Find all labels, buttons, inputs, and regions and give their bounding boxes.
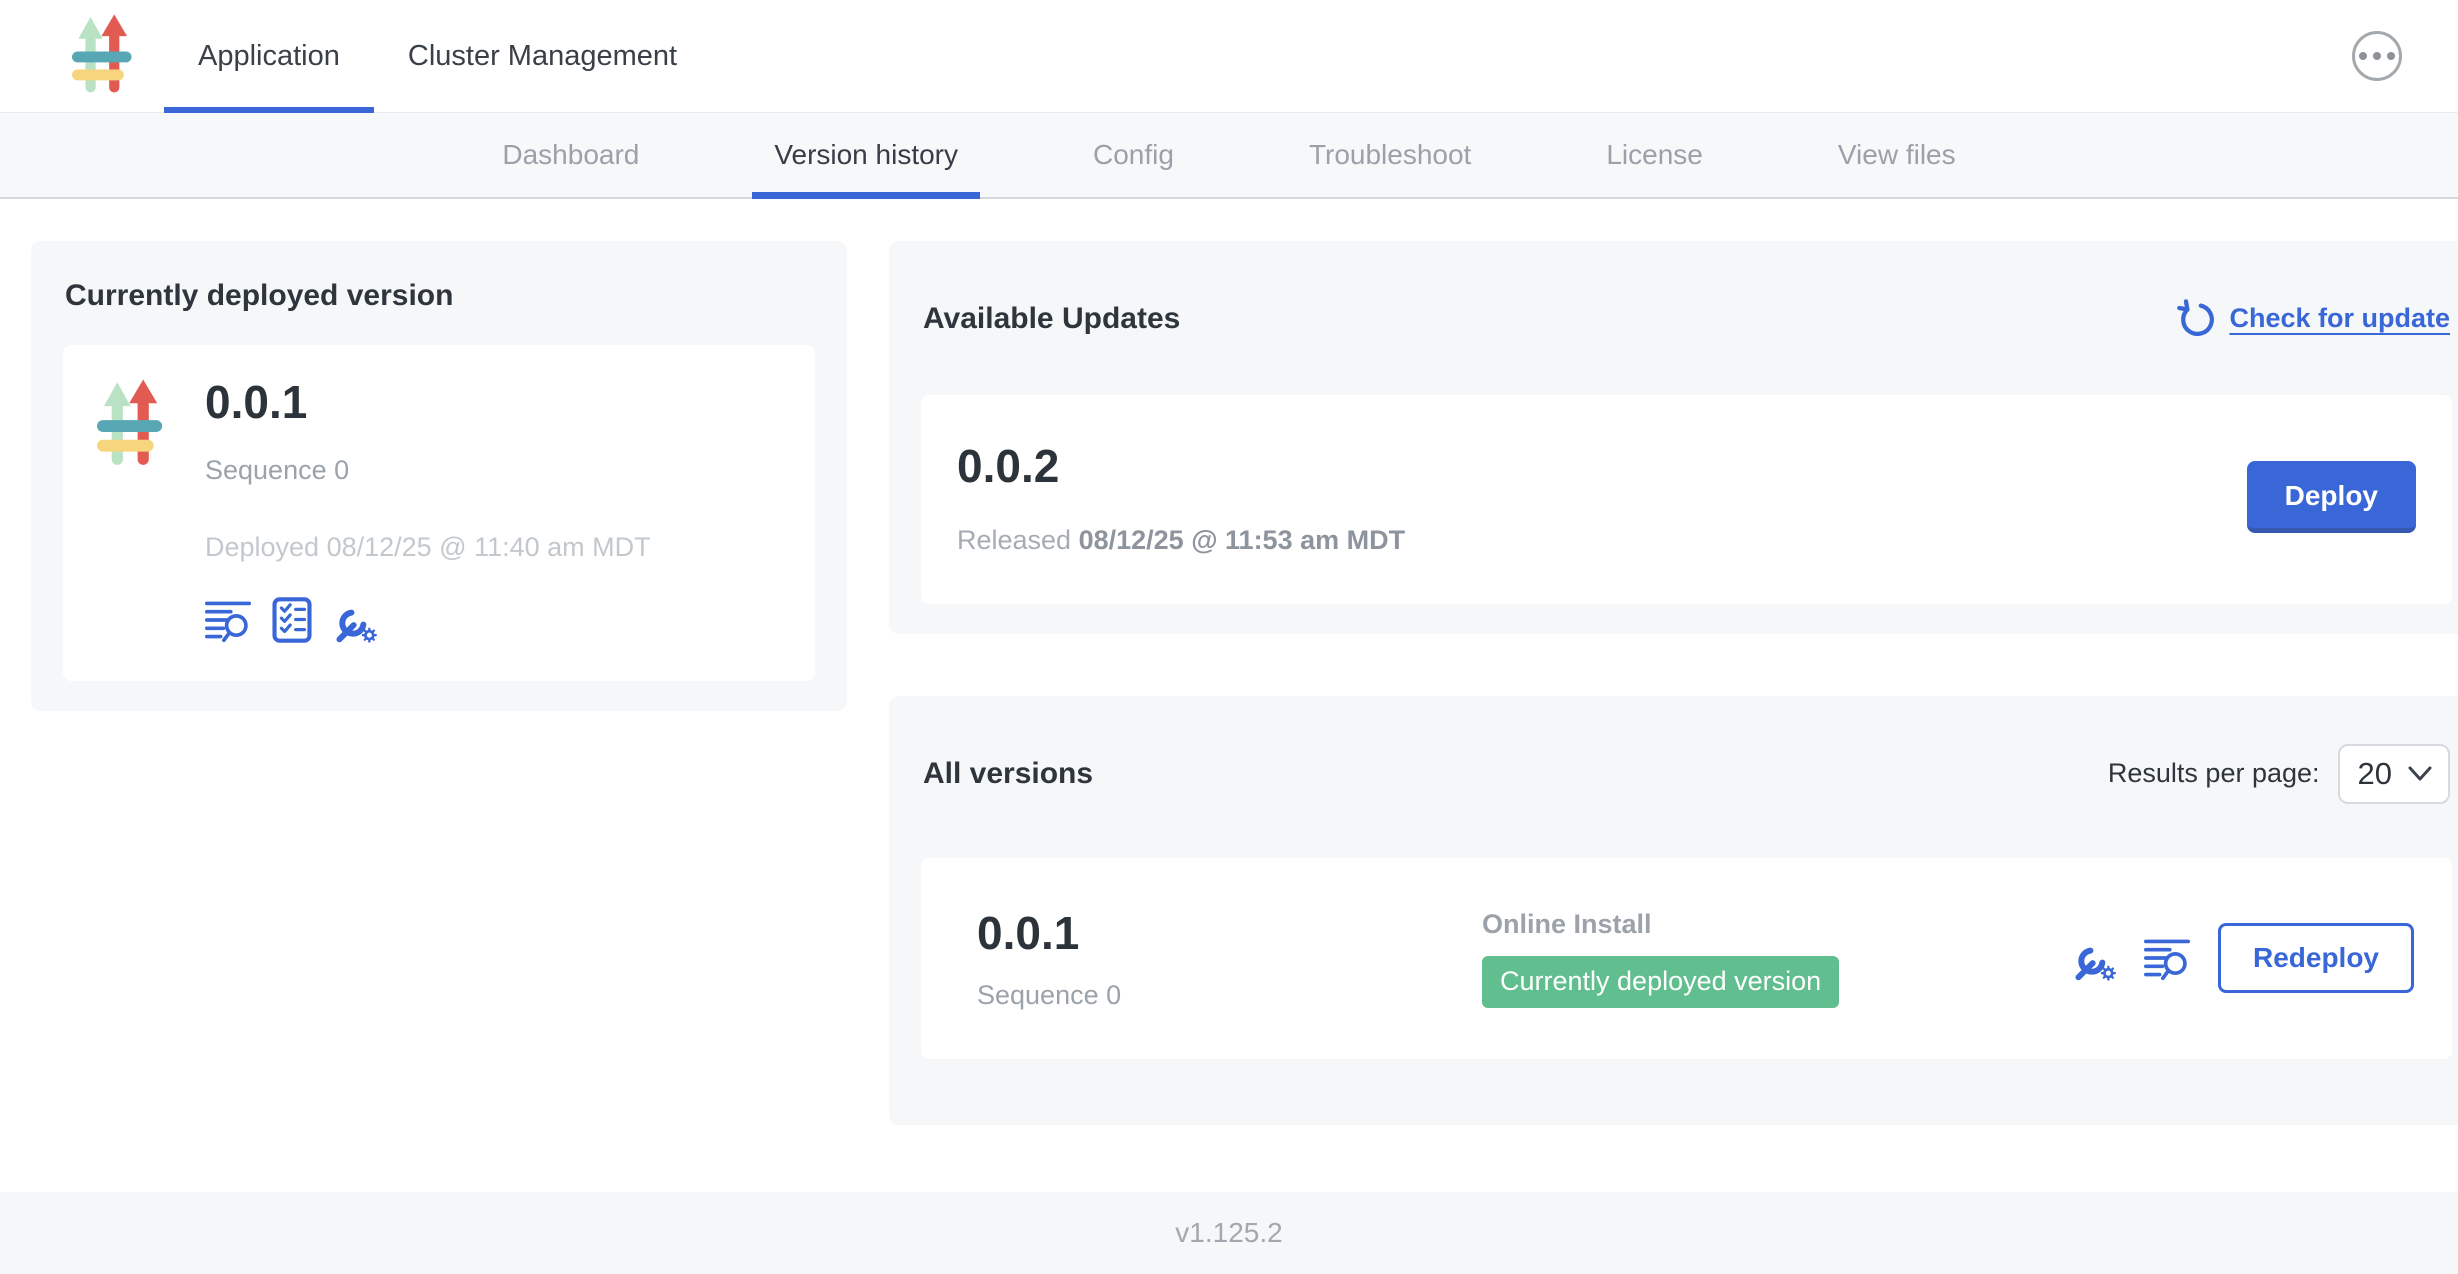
row-version-number: 0.0.1 (977, 906, 1482, 960)
deployed-version-number: 0.0.1 (205, 375, 651, 429)
top-nav: Application Cluster Management (0, 0, 2458, 113)
main-content: Currently deployed version 0.0.1 Sequenc… (0, 199, 2458, 1192)
currently-deployed-badge: Currently deployed version (1482, 956, 1839, 1008)
tab-cluster-management[interactable]: Cluster Management (374, 0, 711, 112)
tab-view-files[interactable]: View files (1836, 113, 1958, 197)
view-logs-icon[interactable] (2144, 935, 2190, 981)
check-for-update-label: Check for update (2229, 303, 2450, 334)
tab-cluster-management-label: Cluster Management (408, 40, 677, 73)
results-per-page-value: 20 (2358, 756, 2392, 792)
deploy-button[interactable]: Deploy (2247, 461, 2416, 533)
preflight-checklist-icon[interactable] (269, 597, 315, 643)
chevron-down-icon (2408, 766, 2432, 782)
config-wrench-icon[interactable] (2072, 935, 2118, 981)
all-versions-title: All versions (923, 757, 1093, 791)
app-logo-icon (97, 377, 167, 473)
released-label: Released (957, 525, 1079, 555)
tab-application-label: Application (198, 40, 340, 73)
deployed-version-card: 0.0.1 Sequence 0 Deployed 08/12/25 @ 11:… (63, 345, 815, 681)
deployed-timestamp: Deployed 08/12/25 @ 11:40 am MDT (205, 532, 651, 563)
available-updates-card: Available Updates Check for update 0.0.2… (889, 241, 2458, 634)
top-tabs: Application Cluster Management (164, 0, 711, 112)
app-logo-icon (72, 13, 136, 99)
available-updates-title: Available Updates (923, 302, 1180, 336)
footer: v1.125.2 (0, 1192, 2458, 1274)
config-wrench-icon[interactable] (333, 597, 379, 643)
view-logs-icon[interactable] (205, 597, 251, 643)
ellipsis-menu-icon[interactable] (2352, 31, 2402, 81)
tab-version-history-label: Version history (774, 139, 958, 171)
released-timestamp: 08/12/25 @ 11:53 am MDT (1079, 525, 1406, 555)
tab-dashboard-label: Dashboard (502, 139, 639, 171)
install-type-label: Online Install (1482, 909, 1839, 940)
currently-deployed-title: Currently deployed version (65, 279, 815, 313)
results-per-page-select[interactable]: 20 (2338, 744, 2450, 804)
tab-application[interactable]: Application (164, 0, 374, 112)
update-version-number: 0.0.2 (957, 439, 1405, 493)
tab-view-files-label: View files (1838, 139, 1956, 171)
tab-troubleshoot[interactable]: Troubleshoot (1307, 113, 1473, 197)
tab-license[interactable]: License (1604, 113, 1705, 197)
console-version: v1.125.2 (1175, 1217, 1282, 1249)
all-versions-card: All versions Results per page: 20 0.0.1 … (889, 696, 2458, 1125)
tab-config[interactable]: Config (1091, 113, 1176, 197)
check-for-update-link[interactable]: Check for update (2175, 298, 2450, 340)
results-per-page-label: Results per page: (2108, 758, 2320, 789)
tab-dashboard[interactable]: Dashboard (500, 113, 641, 197)
update-row: 0.0.2 Released 08/12/25 @ 11:53 am MDT D… (921, 395, 2452, 604)
tab-version-history[interactable]: Version history (772, 113, 960, 197)
row-sequence: Sequence 0 (977, 980, 1482, 1011)
tab-license-label: License (1606, 139, 1703, 171)
redeploy-button[interactable]: Redeploy (2218, 923, 2414, 993)
deployed-sequence: Sequence 0 (205, 455, 651, 486)
currently-deployed-card: Currently deployed version 0.0.1 Sequenc… (31, 241, 847, 711)
version-row: 0.0.1 Sequence 0 Online Install Currentl… (921, 858, 2452, 1059)
refresh-icon (2175, 298, 2217, 340)
tab-config-label: Config (1093, 139, 1174, 171)
app-subnav: Dashboard Version history Config Trouble… (0, 113, 2458, 199)
update-released-line: Released 08/12/25 @ 11:53 am MDT (957, 525, 1405, 556)
tab-troubleshoot-label: Troubleshoot (1309, 139, 1471, 171)
